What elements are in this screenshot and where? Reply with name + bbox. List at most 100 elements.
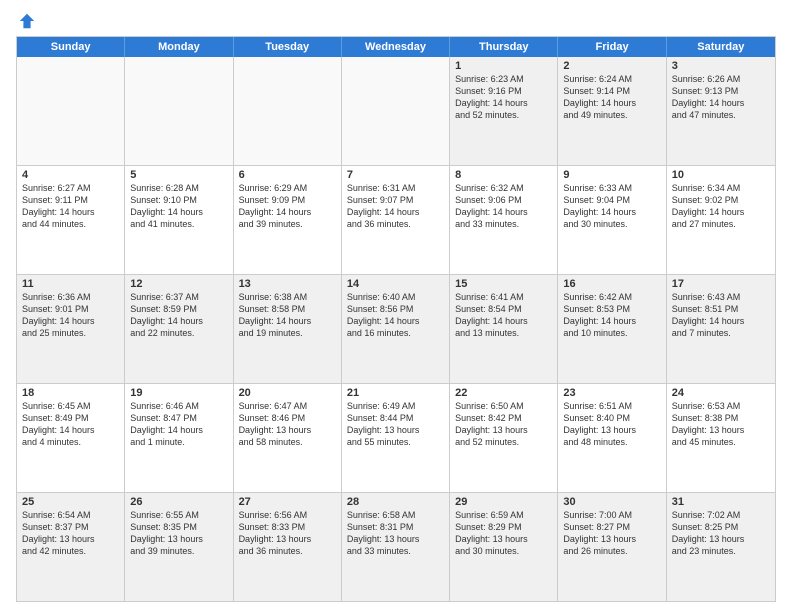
calendar-cell: 15Sunrise: 6:41 AM Sunset: 8:54 PM Dayli…	[450, 275, 558, 383]
calendar-cell: 5Sunrise: 6:28 AM Sunset: 9:10 PM Daylig…	[125, 166, 233, 274]
cell-text: Sunrise: 6:42 AM Sunset: 8:53 PM Dayligh…	[563, 291, 660, 340]
day-number: 29	[455, 496, 552, 508]
calendar-cell	[342, 57, 450, 165]
day-number: 19	[130, 387, 227, 399]
calendar-cell: 17Sunrise: 6:43 AM Sunset: 8:51 PM Dayli…	[667, 275, 775, 383]
cell-text: Sunrise: 6:37 AM Sunset: 8:59 PM Dayligh…	[130, 291, 227, 340]
cell-text: Sunrise: 6:59 AM Sunset: 8:29 PM Dayligh…	[455, 509, 552, 558]
calendar-body: 1Sunrise: 6:23 AM Sunset: 9:16 PM Daylig…	[17, 57, 775, 601]
cell-text: Sunrise: 6:45 AM Sunset: 8:49 PM Dayligh…	[22, 400, 119, 449]
day-number: 5	[130, 169, 227, 181]
calendar-cell: 19Sunrise: 6:46 AM Sunset: 8:47 PM Dayli…	[125, 384, 233, 492]
calendar-cell: 24Sunrise: 6:53 AM Sunset: 8:38 PM Dayli…	[667, 384, 775, 492]
day-number: 1	[455, 60, 552, 72]
day-number: 30	[563, 496, 660, 508]
day-number: 2	[563, 60, 660, 72]
logo-icon	[18, 12, 36, 30]
calendar-row-2: 11Sunrise: 6:36 AM Sunset: 9:01 PM Dayli…	[17, 274, 775, 383]
cell-text: Sunrise: 6:32 AM Sunset: 9:06 PM Dayligh…	[455, 182, 552, 231]
day-number: 13	[239, 278, 336, 290]
cell-text: Sunrise: 6:24 AM Sunset: 9:14 PM Dayligh…	[563, 73, 660, 122]
cell-text: Sunrise: 6:27 AM Sunset: 9:11 PM Dayligh…	[22, 182, 119, 231]
day-number: 31	[672, 496, 770, 508]
calendar-cell: 12Sunrise: 6:37 AM Sunset: 8:59 PM Dayli…	[125, 275, 233, 383]
cell-text: Sunrise: 6:50 AM Sunset: 8:42 PM Dayligh…	[455, 400, 552, 449]
cell-text: Sunrise: 6:31 AM Sunset: 9:07 PM Dayligh…	[347, 182, 444, 231]
day-number: 7	[347, 169, 444, 181]
header-cell-tuesday: Tuesday	[234, 37, 342, 57]
day-number: 28	[347, 496, 444, 508]
calendar-cell: 30Sunrise: 7:00 AM Sunset: 8:27 PM Dayli…	[558, 493, 666, 601]
cell-text: Sunrise: 6:53 AM Sunset: 8:38 PM Dayligh…	[672, 400, 770, 449]
calendar-cell: 16Sunrise: 6:42 AM Sunset: 8:53 PM Dayli…	[558, 275, 666, 383]
calendar-cell: 4Sunrise: 6:27 AM Sunset: 9:11 PM Daylig…	[17, 166, 125, 274]
calendar-cell: 13Sunrise: 6:38 AM Sunset: 8:58 PM Dayli…	[234, 275, 342, 383]
calendar-cell	[234, 57, 342, 165]
calendar-cell: 9Sunrise: 6:33 AM Sunset: 9:04 PM Daylig…	[558, 166, 666, 274]
cell-text: Sunrise: 6:47 AM Sunset: 8:46 PM Dayligh…	[239, 400, 336, 449]
day-number: 26	[130, 496, 227, 508]
calendar-cell: 26Sunrise: 6:55 AM Sunset: 8:35 PM Dayli…	[125, 493, 233, 601]
day-number: 17	[672, 278, 770, 290]
day-number: 9	[563, 169, 660, 181]
cell-text: Sunrise: 6:58 AM Sunset: 8:31 PM Dayligh…	[347, 509, 444, 558]
day-number: 10	[672, 169, 770, 181]
calendar-cell: 8Sunrise: 6:32 AM Sunset: 9:06 PM Daylig…	[450, 166, 558, 274]
day-number: 27	[239, 496, 336, 508]
calendar-row-1: 4Sunrise: 6:27 AM Sunset: 9:11 PM Daylig…	[17, 165, 775, 274]
day-number: 18	[22, 387, 119, 399]
cell-text: Sunrise: 6:56 AM Sunset: 8:33 PM Dayligh…	[239, 509, 336, 558]
calendar-cell: 31Sunrise: 7:02 AM Sunset: 8:25 PM Dayli…	[667, 493, 775, 601]
calendar-cell: 23Sunrise: 6:51 AM Sunset: 8:40 PM Dayli…	[558, 384, 666, 492]
calendar-cell: 29Sunrise: 6:59 AM Sunset: 8:29 PM Dayli…	[450, 493, 558, 601]
cell-text: Sunrise: 7:02 AM Sunset: 8:25 PM Dayligh…	[672, 509, 770, 558]
calendar-cell: 28Sunrise: 6:58 AM Sunset: 8:31 PM Dayli…	[342, 493, 450, 601]
cell-text: Sunrise: 6:55 AM Sunset: 8:35 PM Dayligh…	[130, 509, 227, 558]
header-cell-monday: Monday	[125, 37, 233, 57]
calendar-cell: 27Sunrise: 6:56 AM Sunset: 8:33 PM Dayli…	[234, 493, 342, 601]
cell-text: Sunrise: 6:29 AM Sunset: 9:09 PM Dayligh…	[239, 182, 336, 231]
cell-text: Sunrise: 6:33 AM Sunset: 9:04 PM Dayligh…	[563, 182, 660, 231]
calendar-cell	[17, 57, 125, 165]
calendar-cell: 7Sunrise: 6:31 AM Sunset: 9:07 PM Daylig…	[342, 166, 450, 274]
day-number: 4	[22, 169, 119, 181]
calendar-cell: 14Sunrise: 6:40 AM Sunset: 8:56 PM Dayli…	[342, 275, 450, 383]
day-number: 21	[347, 387, 444, 399]
calendar-header: SundayMondayTuesdayWednesdayThursdayFrid…	[17, 37, 775, 57]
day-number: 23	[563, 387, 660, 399]
cell-text: Sunrise: 6:51 AM Sunset: 8:40 PM Dayligh…	[563, 400, 660, 449]
cell-text: Sunrise: 6:26 AM Sunset: 9:13 PM Dayligh…	[672, 73, 770, 122]
cell-text: Sunrise: 6:38 AM Sunset: 8:58 PM Dayligh…	[239, 291, 336, 340]
calendar-cell: 10Sunrise: 6:34 AM Sunset: 9:02 PM Dayli…	[667, 166, 775, 274]
header-cell-friday: Friday	[558, 37, 666, 57]
day-number: 11	[22, 278, 119, 290]
day-number: 3	[672, 60, 770, 72]
calendar-cell: 22Sunrise: 6:50 AM Sunset: 8:42 PM Dayli…	[450, 384, 558, 492]
day-number: 22	[455, 387, 552, 399]
cell-text: Sunrise: 6:41 AM Sunset: 8:54 PM Dayligh…	[455, 291, 552, 340]
cell-text: Sunrise: 6:28 AM Sunset: 9:10 PM Dayligh…	[130, 182, 227, 231]
cell-text: Sunrise: 6:46 AM Sunset: 8:47 PM Dayligh…	[130, 400, 227, 449]
cell-text: Sunrise: 6:49 AM Sunset: 8:44 PM Dayligh…	[347, 400, 444, 449]
calendar-cell: 11Sunrise: 6:36 AM Sunset: 9:01 PM Dayli…	[17, 275, 125, 383]
calendar-cell: 2Sunrise: 6:24 AM Sunset: 9:14 PM Daylig…	[558, 57, 666, 165]
calendar-row-0: 1Sunrise: 6:23 AM Sunset: 9:16 PM Daylig…	[17, 57, 775, 165]
calendar-row-4: 25Sunrise: 6:54 AM Sunset: 8:37 PM Dayli…	[17, 492, 775, 601]
header-cell-saturday: Saturday	[667, 37, 775, 57]
cell-text: Sunrise: 6:40 AM Sunset: 8:56 PM Dayligh…	[347, 291, 444, 340]
day-number: 6	[239, 169, 336, 181]
calendar: SundayMondayTuesdayWednesdayThursdayFrid…	[16, 36, 776, 602]
day-number: 14	[347, 278, 444, 290]
day-number: 8	[455, 169, 552, 181]
day-number: 15	[455, 278, 552, 290]
calendar-cell: 18Sunrise: 6:45 AM Sunset: 8:49 PM Dayli…	[17, 384, 125, 492]
calendar-cell: 1Sunrise: 6:23 AM Sunset: 9:16 PM Daylig…	[450, 57, 558, 165]
header-cell-wednesday: Wednesday	[342, 37, 450, 57]
day-number: 12	[130, 278, 227, 290]
calendar-cell	[125, 57, 233, 165]
calendar-cell: 6Sunrise: 6:29 AM Sunset: 9:09 PM Daylig…	[234, 166, 342, 274]
cell-text: Sunrise: 6:34 AM Sunset: 9:02 PM Dayligh…	[672, 182, 770, 231]
day-number: 24	[672, 387, 770, 399]
cell-text: Sunrise: 6:43 AM Sunset: 8:51 PM Dayligh…	[672, 291, 770, 340]
logo	[16, 12, 36, 30]
